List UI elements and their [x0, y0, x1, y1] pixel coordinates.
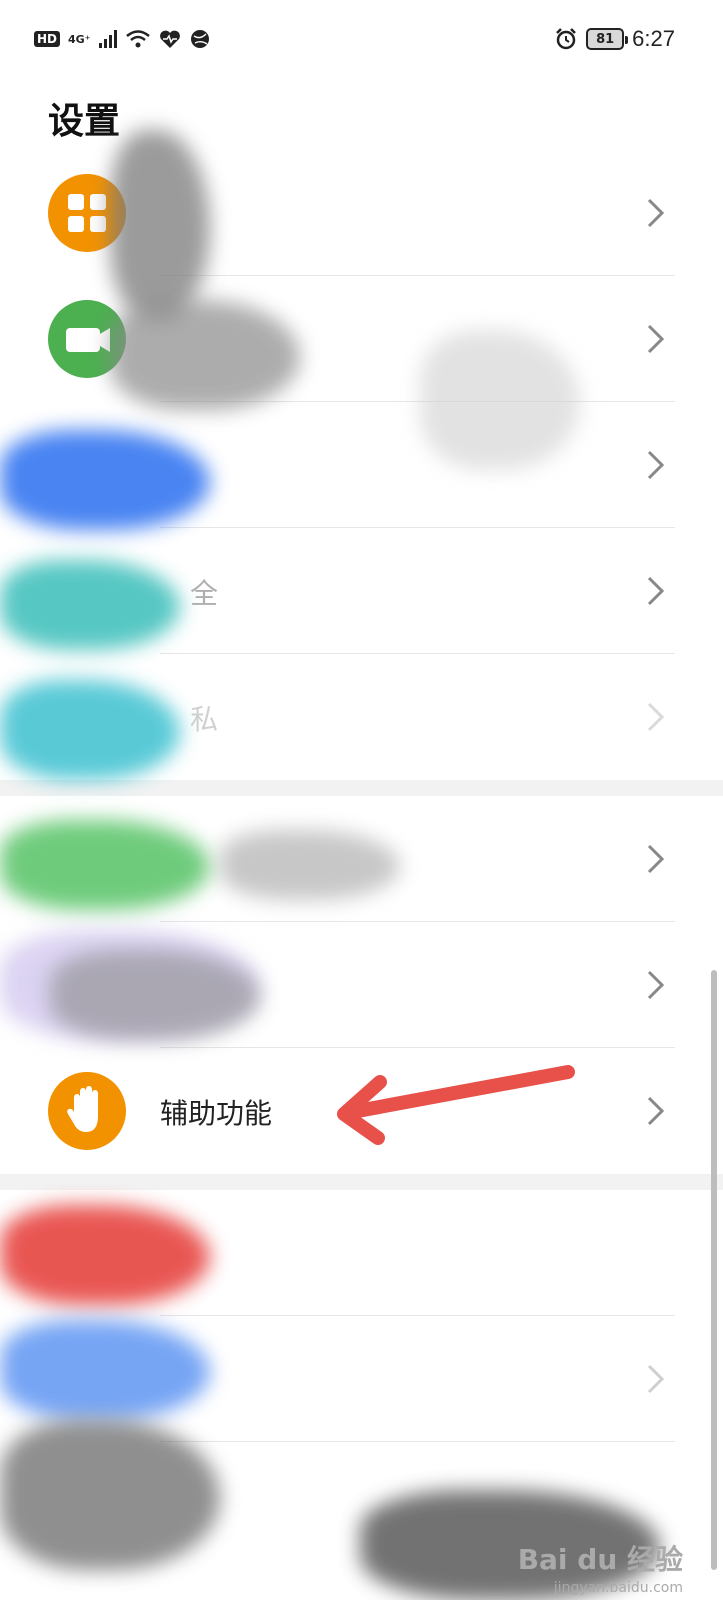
wifi-icon	[125, 30, 150, 48]
chevron-right-icon	[647, 702, 665, 732]
redaction-blur	[50, 950, 260, 1040]
battery-icon: 81	[586, 28, 629, 50]
redaction-blur	[0, 430, 210, 530]
clock: 6:27	[632, 26, 675, 51]
page-title: 设置	[48, 101, 121, 142]
redaction-blur	[0, 1320, 210, 1420]
section-gap	[0, 780, 723, 796]
redaction-blur	[0, 820, 210, 910]
settings-row-2[interactable]	[0, 276, 723, 402]
redaction-blur	[220, 830, 400, 900]
status-bar: HD 4G⁺ 81 6:27	[0, 0, 723, 80]
redaction-blur	[0, 680, 180, 780]
redaction-blur	[110, 300, 300, 410]
globe-icon	[190, 30, 209, 48]
watermark-logo: Bai du 经验	[517, 1543, 683, 1576]
scrollbar[interactable]	[711, 970, 717, 1570]
chevron-right-icon	[647, 844, 665, 874]
accessibility-label: 辅助功能	[160, 1097, 273, 1130]
watermark-url: jingyan.baidu.com	[553, 1580, 683, 1596]
battery-level: 81	[596, 31, 615, 47]
redaction-blur	[0, 1420, 220, 1570]
redaction-blur	[0, 1205, 210, 1305]
cell-signal-icon	[98, 30, 117, 48]
chevron-right-icon	[647, 324, 665, 354]
hd-badge: HD	[34, 31, 61, 47]
chevron-right-icon	[647, 1096, 665, 1126]
section-gap	[0, 1174, 723, 1190]
redaction-blur	[0, 560, 180, 650]
chevron-right-icon	[647, 576, 665, 606]
alarm-icon	[556, 28, 577, 50]
settings-row-label: 私	[190, 703, 219, 736]
annotation-arrow-icon	[337, 1065, 575, 1145]
chevron-right-icon	[647, 198, 665, 228]
redaction-blur	[420, 330, 580, 470]
chevron-right-icon	[647, 970, 665, 1000]
chevron-right-icon	[647, 1364, 665, 1394]
hand-icon	[48, 1072, 126, 1150]
network-type: 4G⁺	[68, 32, 91, 46]
heart-rate-icon	[159, 30, 180, 48]
chevron-right-icon	[647, 450, 665, 480]
settings-row-1[interactable]	[0, 150, 723, 276]
settings-row-label: 全	[190, 577, 219, 610]
